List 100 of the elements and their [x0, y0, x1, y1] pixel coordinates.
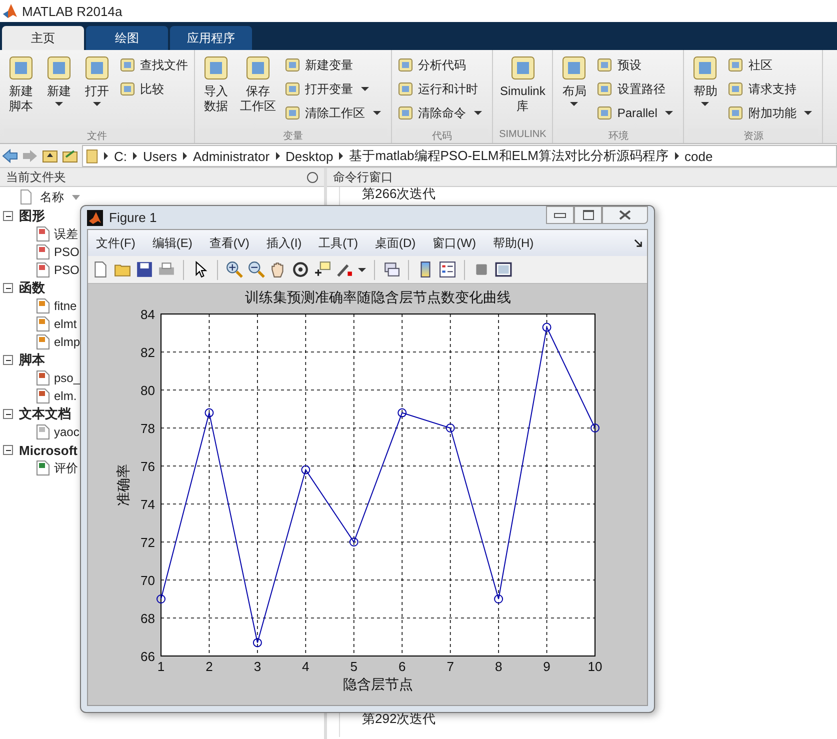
ribbon-button[interactable]: 清除工作区 [283, 102, 387, 124]
ribbon-button[interactable]: 比较 [118, 78, 190, 100]
ribbon-button[interactable]: 保存 工作区 [237, 54, 279, 114]
legend-icon[interactable] [439, 261, 456, 278]
ribbon-button[interactable]: 新建 脚本 [4, 54, 38, 114]
ribbon-button[interactable]: Simulink 库 [497, 54, 548, 114]
ribbon-button[interactable]: 新建变量 [283, 54, 387, 76]
matlab-logo-icon [2, 3, 18, 19]
column-header[interactable]: 名称 [0, 187, 84, 207]
x-tick-label: 4 [302, 659, 310, 674]
collapse-toggle-icon[interactable] [3, 355, 13, 365]
x-tick-label: 8 [494, 659, 502, 674]
menu-item[interactable]: 插入(I) [266, 234, 302, 252]
tool-icon [398, 81, 414, 97]
ribbon-button[interactable]: 打开 [80, 54, 114, 109]
menu-item[interactable]: 工具(T) [318, 234, 358, 252]
tool-icon [728, 57, 744, 73]
folder-icon [86, 148, 98, 164]
file-item[interactable]: elmt [0, 315, 77, 333]
file-item[interactable]: elm. [0, 387, 77, 405]
breadcrumb[interactable]: Users [143, 148, 177, 164]
breadcrumb[interactable]: code [684, 148, 713, 164]
minimize-button[interactable] [546, 206, 574, 224]
data-point [156, 594, 166, 604]
menu-item[interactable]: 窗口(W) [432, 234, 476, 252]
ribbon-button[interactable]: 社区 [726, 54, 818, 76]
file-item[interactable]: 评价 [0, 459, 78, 477]
panel-menu-icon[interactable] [307, 172, 318, 182]
breadcrumb[interactable]: Administrator [192, 148, 270, 164]
new-file-icon[interactable] [92, 261, 109, 278]
ribbon-button[interactable]: 运行和计时 [396, 78, 488, 100]
breadcrumb[interactable]: C: [114, 148, 127, 164]
breadcrumb-arrow-icon [276, 152, 280, 160]
file-item[interactable]: yaoc [0, 423, 80, 441]
folder-up-icon[interactable] [42, 148, 58, 164]
print-icon[interactable] [158, 261, 175, 278]
file-icon [36, 244, 50, 260]
path-field[interactable]: C: Users Administrator Desktop 基于matlab编程PSO-ELM和ELM算法对比分析源码程序 code [82, 145, 837, 167]
group-name: 函数 [19, 279, 45, 297]
show-tools-icon[interactable] [495, 261, 512, 278]
file-item[interactable]: PSO [0, 261, 80, 279]
zoom-out-icon[interactable] [248, 261, 265, 278]
x-tick-label: 6 [398, 659, 406, 674]
ribbon-button[interactable]: 设置路径 [595, 78, 680, 100]
tool-icon [597, 105, 614, 121]
y-axis-label: 准确率 [115, 464, 131, 506]
file-item[interactable]: pso_ [0, 369, 80, 387]
collapse-toggle-icon[interactable] [3, 283, 13, 293]
matlab-logo-icon [87, 210, 103, 226]
menu-item[interactable]: 帮助(H) [492, 234, 534, 252]
breadcrumb[interactable]: Desktop [286, 148, 334, 164]
ribbon-button[interactable]: 导入 数据 [199, 54, 233, 114]
ribbon-tab[interactable]: 主页 [2, 26, 84, 50]
breadcrumb-arrow-icon [674, 152, 678, 160]
close-icon [619, 210, 631, 220]
ribbon-button[interactable]: 打开变量 [283, 78, 387, 100]
x-tick-label: 1 [157, 659, 165, 674]
tool-icon [508, 54, 537, 82]
menu-item[interactable]: 编辑(E) [152, 234, 192, 252]
ribbon-button[interactable]: 分析代码 [396, 54, 488, 76]
file-item[interactable]: 误差 [0, 225, 78, 243]
back-arrow-icon[interactable] [2, 148, 18, 164]
menu-item[interactable]: 文件(F) [96, 234, 136, 252]
data-cursor-icon[interactable] [314, 261, 331, 278]
zoom-in-icon[interactable] [226, 261, 243, 278]
file-item[interactable]: fitne [0, 297, 77, 315]
ribbon-button[interactable]: 请求支持 [726, 78, 818, 100]
menu-item[interactable]: 查看(V) [209, 234, 250, 252]
y-tick-label: 84 [140, 307, 155, 322]
ribbon-button[interactable]: 新建 [42, 54, 76, 109]
ribbon-button[interactable]: 布局 [557, 54, 592, 109]
save-icon[interactable] [136, 261, 153, 278]
ribbon-button[interactable]: 清除命令 [396, 102, 488, 124]
collapse-toggle-icon[interactable] [3, 445, 13, 455]
document-icon [20, 189, 32, 205]
rotate-icon[interactable] [292, 261, 309, 278]
ribbon-tab[interactable]: 绘图 [86, 26, 168, 50]
tool-icon [560, 54, 588, 82]
ribbon-button[interactable]: 预设 [595, 54, 680, 76]
menu-item[interactable]: 桌面(D) [374, 234, 416, 252]
hide-tools-icon[interactable] [473, 261, 490, 278]
link-plot-icon[interactable] [383, 261, 400, 278]
file-item[interactable]: elmp [0, 333, 80, 351]
tool-icon [285, 105, 301, 121]
file-item[interactable]: PSO [0, 243, 80, 261]
ribbon-tab[interactable]: 应用程序 [170, 26, 252, 50]
data-point [446, 424, 455, 432]
tool-icon [597, 81, 614, 97]
ribbon-button[interactable]: 附加功能 [726, 102, 818, 124]
ribbon-button[interactable]: Parallel [595, 102, 680, 124]
browse-folder-icon[interactable] [62, 148, 78, 164]
ribbon-button[interactable]: 帮助 [688, 54, 722, 109]
ribbon-button[interactable]: 查找文件 [118, 54, 190, 76]
maximize-button[interactable] [574, 206, 602, 224]
collapse-toggle-icon[interactable] [3, 409, 13, 419]
breadcrumb[interactable]: 基于matlab编程PSO-ELM和ELM算法对比分析源码程序 [349, 147, 668, 165]
collapse-toggle-icon[interactable] [3, 211, 13, 221]
close-button[interactable] [602, 206, 648, 224]
dock-arrow-icon[interactable] [634, 238, 643, 248]
caret-icon[interactable] [358, 268, 366, 272]
